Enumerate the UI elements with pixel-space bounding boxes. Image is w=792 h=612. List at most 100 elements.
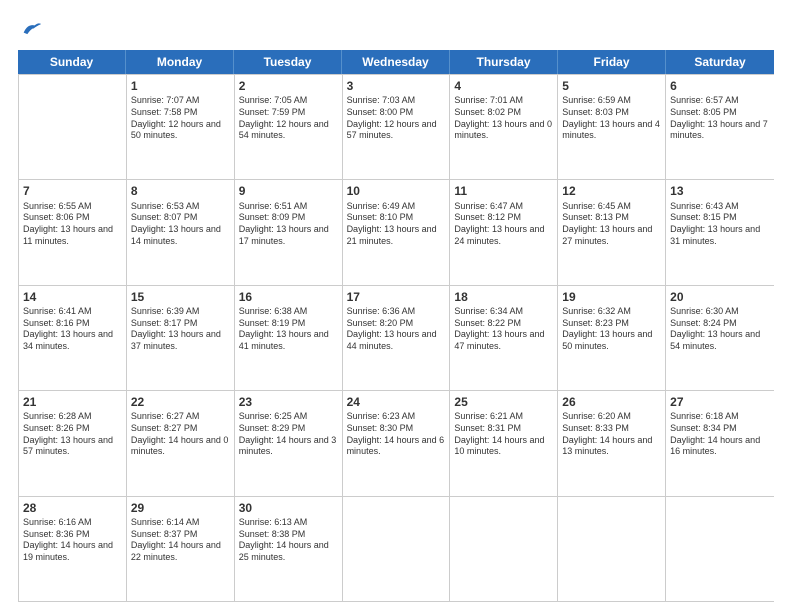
day-number: 20 [670, 289, 770, 305]
day-number: 15 [131, 289, 230, 305]
calendar-row: 14Sunrise: 6:41 AM Sunset: 8:16 PM Dayli… [19, 286, 774, 391]
day-number: 17 [347, 289, 446, 305]
calendar-row: 1Sunrise: 7:07 AM Sunset: 7:58 PM Daylig… [19, 75, 774, 180]
calendar-cell: 5Sunrise: 6:59 AM Sunset: 8:03 PM Daylig… [558, 75, 666, 179]
calendar-cell: 10 Sunrise: 6:49 AM Sunset: 8:10 PM Dayli… [343, 180, 451, 284]
cell-info: Sunrise: 7:03 AM Sunset: 8:00 PM Dayligh… [347, 95, 446, 142]
calendar-cell: 26Sunrise: 6:20 AM Sunset: 8:33 PM Dayli… [558, 391, 666, 495]
calendar-cell: 14Sunrise: 6:41 AM Sunset: 8:16 PM Dayli… [19, 286, 127, 390]
calendar-cell: 28Sunrise: 6:16 AM Sunset: 8:36 PM Dayli… [19, 497, 127, 601]
calendar-row: 7 Sunrise: 6:55 AM Sunset: 8:06 PM Daylig… [19, 180, 774, 285]
header [18, 18, 774, 40]
weekday-header: Sunday [18, 50, 126, 74]
calendar-row: 28Sunrise: 6:16 AM Sunset: 8:36 PM Dayli… [19, 497, 774, 602]
calendar-cell: 11 Sunrise: 6:47 AM Sunset: 8:12 PM Dayli… [450, 180, 558, 284]
calendar-cell: 1Sunrise: 7:07 AM Sunset: 7:58 PM Daylig… [127, 75, 235, 179]
cell-info: Sunrise: 7:01 AM Sunset: 8:02 PM Dayligh… [454, 95, 553, 142]
logo [18, 18, 42, 40]
day-number: 7 [23, 183, 122, 199]
calendar-cell: 25Sunrise: 6:21 AM Sunset: 8:31 PM Dayli… [450, 391, 558, 495]
calendar-cell: 24Sunrise: 6:23 AM Sunset: 8:30 PM Dayli… [343, 391, 451, 495]
cell-info: Sunrise: 6:47 AM Sunset: 8:12 PM Dayligh… [454, 201, 553, 248]
day-number: 18 [454, 289, 553, 305]
day-number: 21 [23, 394, 122, 410]
calendar-cell: 20Sunrise: 6:30 AM Sunset: 8:24 PM Dayli… [666, 286, 774, 390]
calendar-row: 21Sunrise: 6:28 AM Sunset: 8:26 PM Dayli… [19, 391, 774, 496]
cell-info: Sunrise: 6:34 AM Sunset: 8:22 PM Dayligh… [454, 306, 553, 353]
calendar-cell: 29Sunrise: 6:14 AM Sunset: 8:37 PM Dayli… [127, 497, 235, 601]
cell-info: Sunrise: 6:39 AM Sunset: 8:17 PM Dayligh… [131, 306, 230, 353]
day-number: 23 [239, 394, 338, 410]
day-number: 30 [239, 500, 338, 516]
calendar-cell: 9Sunrise: 6:51 AM Sunset: 8:09 PM Daylig… [235, 180, 343, 284]
calendar-cell: 13 Sunrise: 6:43 AM Sunset: 8:15 PM Dayli… [666, 180, 774, 284]
calendar-cell: 27Sunrise: 6:18 AM Sunset: 8:34 PM Dayli… [666, 391, 774, 495]
cell-info: Sunrise: 6:21 AM Sunset: 8:31 PM Dayligh… [454, 411, 553, 458]
cell-info: Sunrise: 6:30 AM Sunset: 8:24 PM Dayligh… [670, 306, 770, 353]
day-number: 11 [454, 183, 553, 199]
cell-info: Sunrise: 6:49 AM Sunset: 8:10 PM Dayligh… [347, 201, 446, 248]
day-number: 2 [239, 78, 338, 94]
day-number: 5 [562, 78, 661, 94]
cell-info: Sunrise: 6:23 AM Sunset: 8:30 PM Dayligh… [347, 411, 446, 458]
cell-info: Sunrise: 6:45 AM Sunset: 8:13 PM Dayligh… [562, 201, 661, 248]
day-number: 22 [131, 394, 230, 410]
day-number: 25 [454, 394, 553, 410]
cell-info: Sunrise: 6:16 AM Sunset: 8:36 PM Dayligh… [23, 517, 122, 564]
page: SundayMondayTuesdayWednesdayThursdayFrid… [0, 0, 792, 612]
cell-info: Sunrise: 7:05 AM Sunset: 7:59 PM Dayligh… [239, 95, 338, 142]
day-number: 14 [23, 289, 122, 305]
cell-info: Sunrise: 6:43 AM Sunset: 8:15 PM Dayligh… [670, 201, 770, 248]
cell-info: Sunrise: 6:57 AM Sunset: 8:05 PM Dayligh… [670, 95, 770, 142]
calendar-cell: 2Sunrise: 7:05 AM Sunset: 7:59 PM Daylig… [235, 75, 343, 179]
cell-info: Sunrise: 6:28 AM Sunset: 8:26 PM Dayligh… [23, 411, 122, 458]
weekday-header: Tuesday [234, 50, 342, 74]
calendar-body: 1Sunrise: 7:07 AM Sunset: 7:58 PM Daylig… [18, 74, 774, 602]
calendar-cell: 18Sunrise: 6:34 AM Sunset: 8:22 PM Dayli… [450, 286, 558, 390]
day-number: 3 [347, 78, 446, 94]
calendar-cell: 8 Sunrise: 6:53 AM Sunset: 8:07 PM Daylig… [127, 180, 235, 284]
day-number: 26 [562, 394, 661, 410]
calendar-cell: 4Sunrise: 7:01 AM Sunset: 8:02 PM Daylig… [450, 75, 558, 179]
cell-info: Sunrise: 6:55 AM Sunset: 8:06 PM Dayligh… [23, 201, 122, 248]
weekday-header: Wednesday [342, 50, 450, 74]
cell-info: Sunrise: 6:38 AM Sunset: 8:19 PM Dayligh… [239, 306, 338, 353]
weekday-header: Saturday [666, 50, 774, 74]
logo-bird-icon [20, 18, 42, 40]
calendar-cell [666, 497, 774, 601]
weekday-header: Friday [558, 50, 666, 74]
cell-info: Sunrise: 6:41 AM Sunset: 8:16 PM Dayligh… [23, 306, 122, 353]
cell-info: Sunrise: 6:13 AM Sunset: 8:38 PM Dayligh… [239, 517, 338, 564]
calendar-cell: 15Sunrise: 6:39 AM Sunset: 8:17 PM Dayli… [127, 286, 235, 390]
cell-info: Sunrise: 6:25 AM Sunset: 8:29 PM Dayligh… [239, 411, 338, 458]
calendar-cell: 12 Sunrise: 6:45 AM Sunset: 8:13 PM Dayli… [558, 180, 666, 284]
calendar-cell: 7 Sunrise: 6:55 AM Sunset: 8:06 PM Daylig… [19, 180, 127, 284]
cell-info: Sunrise: 6:36 AM Sunset: 8:20 PM Dayligh… [347, 306, 446, 353]
weekday-header: Monday [126, 50, 234, 74]
weekday-header: Thursday [450, 50, 558, 74]
day-number: 6 [670, 78, 770, 94]
calendar-cell [558, 497, 666, 601]
cell-info: Sunrise: 6:14 AM Sunset: 8:37 PM Dayligh… [131, 517, 230, 564]
day-number: 12 [562, 183, 661, 199]
day-number: 8 [131, 183, 230, 199]
calendar-cell: 23Sunrise: 6:25 AM Sunset: 8:29 PM Dayli… [235, 391, 343, 495]
day-number: 28 [23, 500, 122, 516]
cell-info: Sunrise: 6:18 AM Sunset: 8:34 PM Dayligh… [670, 411, 770, 458]
day-number: 19 [562, 289, 661, 305]
calendar-cell [450, 497, 558, 601]
calendar-cell [19, 75, 127, 179]
cell-info: Sunrise: 6:53 AM Sunset: 8:07 PM Dayligh… [131, 201, 230, 248]
day-number: 27 [670, 394, 770, 410]
day-number: 13 [670, 183, 770, 199]
calendar-cell: 16Sunrise: 6:38 AM Sunset: 8:19 PM Dayli… [235, 286, 343, 390]
calendar-cell: 22Sunrise: 6:27 AM Sunset: 8:27 PM Dayli… [127, 391, 235, 495]
day-number: 24 [347, 394, 446, 410]
cell-info: Sunrise: 6:20 AM Sunset: 8:33 PM Dayligh… [562, 411, 661, 458]
calendar-cell: 30Sunrise: 6:13 AM Sunset: 8:38 PM Dayli… [235, 497, 343, 601]
day-number: 29 [131, 500, 230, 516]
calendar-header: SundayMondayTuesdayWednesdayThursdayFrid… [18, 50, 774, 74]
day-number: 4 [454, 78, 553, 94]
day-number: 10 [347, 183, 446, 199]
cell-info: Sunrise: 6:27 AM Sunset: 8:27 PM Dayligh… [131, 411, 230, 458]
